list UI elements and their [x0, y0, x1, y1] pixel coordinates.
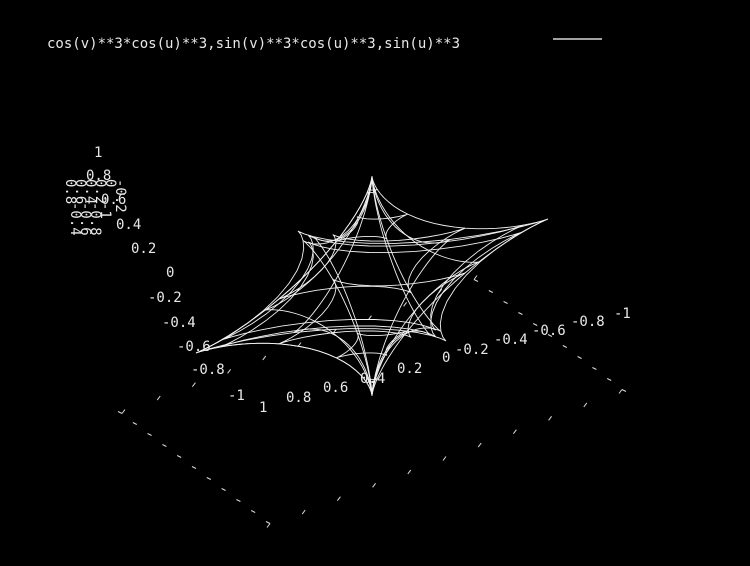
axis-tick-mark: [577, 356, 582, 359]
left-axis-tick-label: -1: [228, 388, 245, 404]
axis-tick-mark: [583, 402, 588, 408]
front-axis-tick-label: -0.4: [494, 332, 528, 348]
front-axis-tick-label: -0.2: [455, 342, 489, 358]
axis-tick-mark: [265, 521, 271, 524]
front-axis-tick-labels: 1 0.8 0.6 0.4 0.2 0 -0.2 -0.4 -0.6 -0.8 …: [259, 306, 631, 416]
base-tick-marks: [117, 275, 627, 528]
z-axis-tick-label: -1: [97, 202, 113, 219]
axis-tick-mark: [618, 389, 623, 394]
axis-tick-mark: [503, 301, 508, 304]
left-axis-tick-label: 0: [166, 265, 174, 281]
surface-wireframe: [195, 176, 549, 396]
axis-tick-mark: [117, 411, 123, 414]
axis-tick-mark: [221, 488, 226, 491]
axis-tick-mark: [606, 378, 612, 381]
axis-tick-mark: [132, 422, 138, 425]
front-axis-tick-label: 0: [442, 350, 450, 366]
axis-tick-mark: [407, 469, 412, 475]
plot-area: cos(v)**3*cos(u)**3,sin(v)**3*cos(u)**3,…: [47, 36, 631, 528]
axis-tick-mark: [518, 312, 523, 315]
axis-tick-mark: [250, 510, 256, 513]
front-axis-tick-label: -0.8: [571, 314, 605, 330]
front-axis-tick-label: -0.6: [532, 323, 566, 339]
front-axis-tick-label: 1: [259, 400, 267, 416]
axis-tick-mark: [477, 442, 482, 448]
axis-tick-mark: [621, 389, 627, 392]
left-axis-tick-label: -0.2: [148, 290, 182, 306]
axis-tick-mark: [488, 290, 494, 293]
axis-tick-mark: [562, 345, 568, 348]
left-axis-tick-label: 1: [94, 145, 102, 161]
front-axis-tick-label: -1: [614, 306, 631, 322]
axis-tick-mark: [162, 444, 167, 447]
axis-tick-mark: [442, 456, 447, 461]
front-axis-tick-label: 0.8: [286, 390, 311, 406]
left-axis-tick-label: 0.4: [116, 217, 141, 233]
left-axis-tick-label: -0.4: [162, 315, 196, 331]
axis-tick-mark: [227, 368, 232, 374]
left-axis-tick-label: -0.6: [177, 339, 211, 355]
axis-tick-mark: [372, 482, 377, 488]
surface-isoline-u: [220, 231, 524, 348]
axis-tick-mark: [262, 355, 267, 361]
axis-tick-mark: [236, 499, 241, 502]
axis-tick-mark: [473, 275, 478, 280]
axis-tick-mark: [156, 395, 161, 401]
axis-tick-mark: [206, 477, 212, 480]
front-axis-tick-label: 0.4: [360, 371, 385, 387]
z-axis-tick-label: -0.2: [112, 179, 128, 213]
axis-tick-mark: [548, 415, 552, 421]
axis-tick-mark: [147, 433, 152, 436]
front-axis-tick-label: 0.6: [323, 380, 348, 396]
axis-tick-mark: [403, 301, 408, 307]
axis-tick-mark: [473, 279, 479, 282]
axis-tick-mark: [301, 509, 306, 515]
axis-tick-mark: [513, 429, 517, 435]
axis-tick-mark: [121, 409, 126, 414]
axis-tick-mark: [266, 523, 271, 528]
axis-tick-mark: [191, 382, 196, 388]
front-axis-tick-label: 0.2: [397, 361, 422, 377]
axis-tick-mark: [191, 466, 197, 469]
surface-isoline-u: [220, 224, 524, 341]
legend: cos(v)**3*cos(u)**3,sin(v)**3*cos(u)**3,…: [47, 36, 602, 52]
axis-tick-mark: [336, 496, 341, 502]
axis-tick-mark: [176, 455, 182, 458]
legend-label: cos(v)**3*cos(u)**3,sin(v)**3*cos(u)**3,…: [47, 36, 460, 52]
axis-tick-mark: [592, 367, 597, 370]
left-axis-tick-label: 0.2: [131, 241, 156, 257]
left-axis-tick-label: -0.8: [191, 362, 225, 378]
